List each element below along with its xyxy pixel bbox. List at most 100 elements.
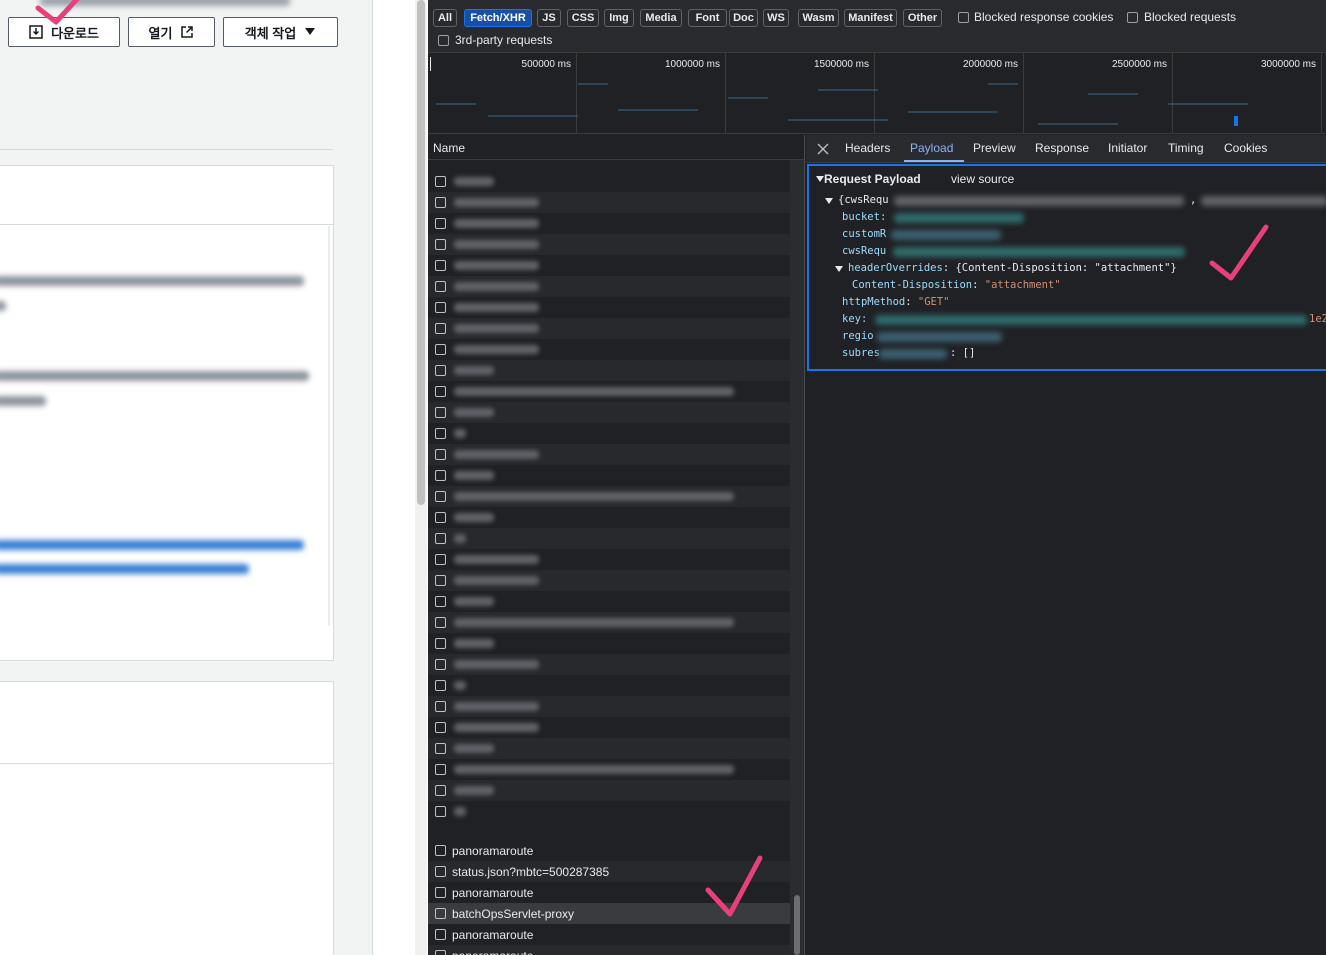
request-row[interactable] xyxy=(428,591,790,612)
view-source-link[interactable]: view source xyxy=(951,172,1014,186)
request-row-checkbox[interactable] xyxy=(435,845,446,856)
filter-media[interactable]: Media xyxy=(640,9,682,27)
request-row-checkbox[interactable] xyxy=(435,785,446,796)
expand-triangle-icon[interactable] xyxy=(825,197,833,205)
request-row-checkbox[interactable] xyxy=(435,575,446,586)
request-row-checkbox[interactable] xyxy=(435,302,446,313)
request-row[interactable]: status.json?mbtc=500287385 xyxy=(428,861,790,882)
request-row[interactable] xyxy=(428,423,790,444)
request-row[interactable] xyxy=(428,738,790,759)
tab-initiator[interactable]: Initiator xyxy=(1108,141,1147,155)
tab-preview[interactable]: Preview xyxy=(973,141,1016,155)
request-row[interactable]: panoramaroute xyxy=(428,882,790,903)
request-row-checkbox[interactable] xyxy=(435,365,446,376)
request-row-checkbox[interactable] xyxy=(435,554,446,565)
request-row[interactable] xyxy=(428,360,790,381)
filter-other[interactable]: Other xyxy=(903,9,942,27)
request-row-checkbox[interactable] xyxy=(435,260,446,271)
filter-all[interactable]: All xyxy=(433,9,457,27)
request-row[interactable] xyxy=(428,381,790,402)
request-row-checkbox[interactable] xyxy=(435,239,446,250)
request-row[interactable] xyxy=(428,696,790,717)
request-row[interactable] xyxy=(428,570,790,591)
request-row[interactable] xyxy=(428,507,790,528)
filter-doc[interactable]: Doc xyxy=(729,9,758,27)
request-row[interactable] xyxy=(428,192,790,213)
request-row-checkbox[interactable] xyxy=(435,218,446,229)
request-row-checkbox[interactable] xyxy=(435,638,446,649)
request-row-checkbox[interactable] xyxy=(435,680,446,691)
page-scrollbar-thumb[interactable] xyxy=(417,0,425,505)
request-row[interactable] xyxy=(428,486,790,507)
request-row[interactable] xyxy=(428,171,790,192)
blocked-response-cookies-checkbox[interactable] xyxy=(958,12,969,23)
request-row-checkbox[interactable] xyxy=(435,323,446,334)
request-row[interactable] xyxy=(428,234,790,255)
tab-response[interactable]: Response xyxy=(1035,141,1089,155)
blocked-requests-checkbox[interactable] xyxy=(1127,12,1138,23)
request-row[interactable] xyxy=(428,528,790,549)
download-button[interactable]: 다운로드 xyxy=(8,17,120,47)
request-row[interactable] xyxy=(428,276,790,297)
request-row[interactable]: batchOpsServlet-proxy xyxy=(428,903,790,924)
open-button[interactable]: 열기 xyxy=(128,17,215,47)
request-row-checkbox[interactable] xyxy=(435,281,446,292)
filter-js[interactable]: JS xyxy=(537,9,561,27)
request-row-checkbox[interactable] xyxy=(435,176,446,187)
request-row-checkbox[interactable] xyxy=(435,596,446,607)
request-row-checkbox[interactable] xyxy=(435,659,446,670)
request-row-checkbox[interactable] xyxy=(435,722,446,733)
blurred-link-line[interactable] xyxy=(0,540,304,550)
request-row[interactable] xyxy=(428,402,790,423)
request-row[interactable] xyxy=(428,675,790,696)
tab-cookies[interactable]: Cookies xyxy=(1224,141,1267,155)
request-list-scrollbar[interactable] xyxy=(790,160,804,955)
request-row[interactable] xyxy=(428,213,790,234)
request-row-checkbox[interactable] xyxy=(435,491,446,502)
request-row[interactable] xyxy=(428,654,790,675)
request-row-checkbox[interactable] xyxy=(435,512,446,523)
tab-timing[interactable]: Timing xyxy=(1168,141,1204,155)
request-row-checkbox[interactable] xyxy=(435,428,446,439)
tab-headers[interactable]: Headers xyxy=(845,141,890,155)
request-row-checkbox[interactable] xyxy=(435,764,446,775)
object-actions-button[interactable]: 객체 작업 xyxy=(223,17,338,47)
tab-payload[interactable]: Payload xyxy=(910,141,953,155)
request-row-checkbox[interactable] xyxy=(435,407,446,418)
request-row[interactable] xyxy=(428,612,790,633)
request-row[interactable]: panoramaroute xyxy=(428,924,790,945)
request-row-checkbox[interactable] xyxy=(435,908,446,919)
expand-triangle-icon[interactable] xyxy=(835,265,843,273)
request-row-checkbox[interactable] xyxy=(435,887,446,898)
request-row[interactable] xyxy=(428,444,790,465)
filter-manifest[interactable]: Manifest xyxy=(844,9,897,27)
filter-img[interactable]: Img xyxy=(604,9,634,27)
request-row-checkbox[interactable] xyxy=(435,701,446,712)
request-row[interactable] xyxy=(428,801,790,822)
request-row-checkbox[interactable] xyxy=(435,929,446,940)
request-row-checkbox[interactable] xyxy=(435,470,446,481)
blurred-link-line[interactable] xyxy=(0,564,249,574)
filter-css[interactable]: CSS xyxy=(567,9,599,27)
request-row-checkbox[interactable] xyxy=(435,617,446,628)
filter-font[interactable]: Font xyxy=(688,9,727,27)
filter-wasm[interactable]: Wasm xyxy=(798,9,839,27)
request-list-scrollbar-thumb[interactable] xyxy=(794,895,800,955)
name-column-header[interactable]: Name xyxy=(428,135,804,160)
request-row[interactable] xyxy=(428,759,790,780)
request-row-checkbox[interactable] xyxy=(435,950,446,955)
request-row-checkbox[interactable] xyxy=(435,866,446,877)
request-row[interactable] xyxy=(428,318,790,339)
filter-fetch-xhr[interactable]: Fetch/XHR xyxy=(464,9,532,27)
request-row[interactable] xyxy=(428,780,790,801)
request-row-checkbox[interactable] xyxy=(435,806,446,817)
request-row[interactable] xyxy=(428,255,790,276)
request-row[interactable] xyxy=(428,297,790,318)
request-row-checkbox[interactable] xyxy=(435,533,446,544)
request-row[interactable] xyxy=(428,717,790,738)
request-row-checkbox[interactable] xyxy=(435,344,446,355)
request-row[interactable] xyxy=(428,465,790,486)
expand-triangle-icon[interactable] xyxy=(816,175,824,183)
request-row[interactable]: panoramaroute xyxy=(428,945,790,955)
request-row-checkbox[interactable] xyxy=(435,743,446,754)
